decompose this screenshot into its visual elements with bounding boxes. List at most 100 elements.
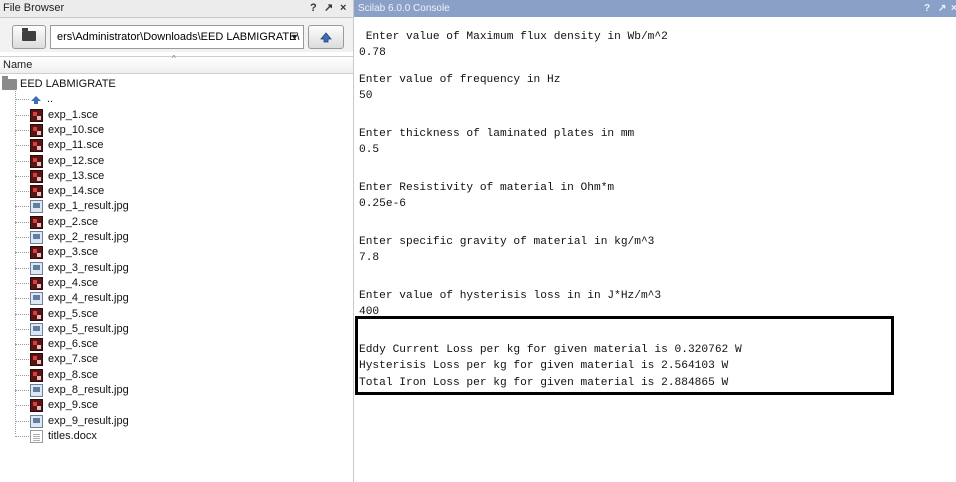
console-line: Enter value of frequency in Hz xyxy=(359,74,561,87)
tree-connector xyxy=(15,405,29,407)
tree-connector xyxy=(15,145,29,147)
result-highlight-box xyxy=(355,316,894,395)
tree-item-label: exp_9_result.jpg xyxy=(48,414,129,427)
scilab-file-icon xyxy=(30,154,43,168)
tree-guide-line xyxy=(15,87,17,434)
file-browser-title: File Browser xyxy=(3,2,65,14)
tree-connector xyxy=(15,252,29,254)
scilab-file-icon xyxy=(30,108,43,122)
tree-connector xyxy=(15,206,29,208)
help-icon[interactable]: ? xyxy=(924,0,930,17)
scilab-file-icon xyxy=(30,307,43,321)
image-file-icon xyxy=(30,261,43,275)
tree-connector xyxy=(15,328,29,331)
tree-item-label: exp_12.sce xyxy=(48,154,105,167)
tree-connector xyxy=(15,237,29,239)
tree-connector xyxy=(15,420,29,423)
tree-connector xyxy=(15,390,29,392)
image-file-icon xyxy=(30,322,43,336)
current-path: ers\Administrator\Downloads\EED LABMIGRA… xyxy=(57,31,300,43)
console-line: Enter Resistivity of material in Ohm*m xyxy=(359,182,615,195)
tree-item-label: exp_3_result.jpg xyxy=(48,261,129,274)
image-file-icon xyxy=(30,414,43,428)
parent-arrow-icon xyxy=(30,93,43,106)
console-line: 0.78 xyxy=(359,47,386,60)
tree-item-label: exp_1_result.jpg xyxy=(48,200,129,213)
scilab-file-icon xyxy=(30,169,43,183)
tree-item-label: exp_11.sce xyxy=(48,139,104,152)
scilab-file-icon xyxy=(30,246,43,260)
folder-icon xyxy=(2,76,17,90)
image-file-icon xyxy=(30,231,43,244)
file-browser-pane: File Browser ? ↗ × ers\Administrator\Dow… xyxy=(0,0,354,482)
console-line: 50 xyxy=(359,90,373,103)
tree-item-label: exp_4.sce xyxy=(48,276,99,289)
tree-item-label: exp_2.sce xyxy=(48,215,99,228)
console-line: 0.5 xyxy=(359,144,380,157)
scilab-file-icon xyxy=(30,123,43,137)
tree-item-label: exp_7.sce xyxy=(48,353,99,366)
parent-directory-button[interactable] xyxy=(308,25,344,49)
scilab-file-icon xyxy=(30,353,43,367)
file-browser-toolbar: ers\Administrator\Downloads\EED LABMIGRA… xyxy=(0,18,353,52)
up-arrow-icon xyxy=(320,32,332,43)
tree-item-label: titles.docx xyxy=(48,429,97,442)
tree-item-label: exp_8_result.jpg xyxy=(48,384,129,396)
tree-item-label: exp_10.sce xyxy=(48,123,105,136)
tree-connector xyxy=(15,99,29,101)
tree-item-label: exp_9.sce xyxy=(48,399,99,412)
sort-arrow-icon: ^ xyxy=(172,54,176,63)
tree-item-label: .. xyxy=(47,93,54,106)
path-combobox[interactable]: ers\Administrator\Downloads\EED LABMIGRA… xyxy=(50,25,304,49)
tree-item-label: exp_8.sce xyxy=(48,368,99,381)
tree-connector xyxy=(15,298,29,300)
tree-item-label: exp_13.sce xyxy=(48,169,105,182)
folder-icon xyxy=(22,28,36,41)
tree-connector xyxy=(15,267,29,270)
console-line: Enter thickness of laminated plates in m… xyxy=(359,128,635,141)
console-line: 0.25e-6 xyxy=(359,198,406,211)
scilab-file-icon xyxy=(30,338,43,352)
tree-item-label: exp_6.sce xyxy=(48,338,99,351)
console-line: Enter value of Maximum flux density in W… xyxy=(359,31,668,43)
tree-connector xyxy=(15,313,29,316)
close-icon[interactable]: × xyxy=(340,0,346,17)
image-file-icon xyxy=(30,292,43,306)
scilab-file-icon xyxy=(30,368,43,382)
close-icon[interactable]: × xyxy=(951,0,956,17)
scilab-file-icon xyxy=(30,185,43,199)
undock-icon[interactable]: ↗ xyxy=(938,0,946,17)
console-line: 7.8 xyxy=(359,252,380,265)
tree-connector xyxy=(15,344,29,346)
tree-connector xyxy=(15,282,29,285)
console-title: Scilab 6.0.0 Console xyxy=(358,3,450,14)
tree-connector xyxy=(15,435,29,438)
browse-folder-button[interactable] xyxy=(12,25,46,49)
column-header-name[interactable]: Name ^ xyxy=(0,54,353,74)
console-titlebar: Scilab 6.0.0 Console ? ↗ × xyxy=(354,0,956,17)
help-icon[interactable]: ? xyxy=(310,0,317,17)
undock-icon[interactable]: ↗ xyxy=(324,0,333,17)
tree-item-label: exp_14.sce xyxy=(48,185,105,198)
tree-item-label: exp_1.sce xyxy=(48,108,99,121)
tree-item-label: exp_2_result.jpg xyxy=(48,231,129,243)
scilab-file-icon xyxy=(30,399,43,413)
chevron-down-icon[interactable]: ▼ xyxy=(290,26,299,48)
scilab-file-icon xyxy=(30,276,43,290)
tree-item-label: exp_5.sce xyxy=(48,307,99,320)
image-file-icon xyxy=(30,384,43,397)
file-browser-titlebar: File Browser ? ↗ × xyxy=(0,0,353,18)
scilab-console-pane[interactable]: Scilab 6.0.0 Console ? ↗ × Enter value o… xyxy=(354,0,956,482)
tree-connector xyxy=(15,359,29,361)
tree-connector xyxy=(15,129,29,132)
scilab-file-icon xyxy=(30,139,43,153)
tree-item-label: exp_3.sce xyxy=(48,246,99,259)
document-file-icon xyxy=(30,429,43,443)
tree-connector xyxy=(15,374,29,377)
tree-item-label: exp_5_result.jpg xyxy=(48,322,129,335)
image-file-icon xyxy=(30,200,43,214)
tree-connector xyxy=(15,191,29,193)
tree-root-label: EED LABMIGRATE xyxy=(20,78,116,90)
console-line: Enter specific gravity of material in kg… xyxy=(359,236,655,249)
tree-connector xyxy=(15,160,29,163)
